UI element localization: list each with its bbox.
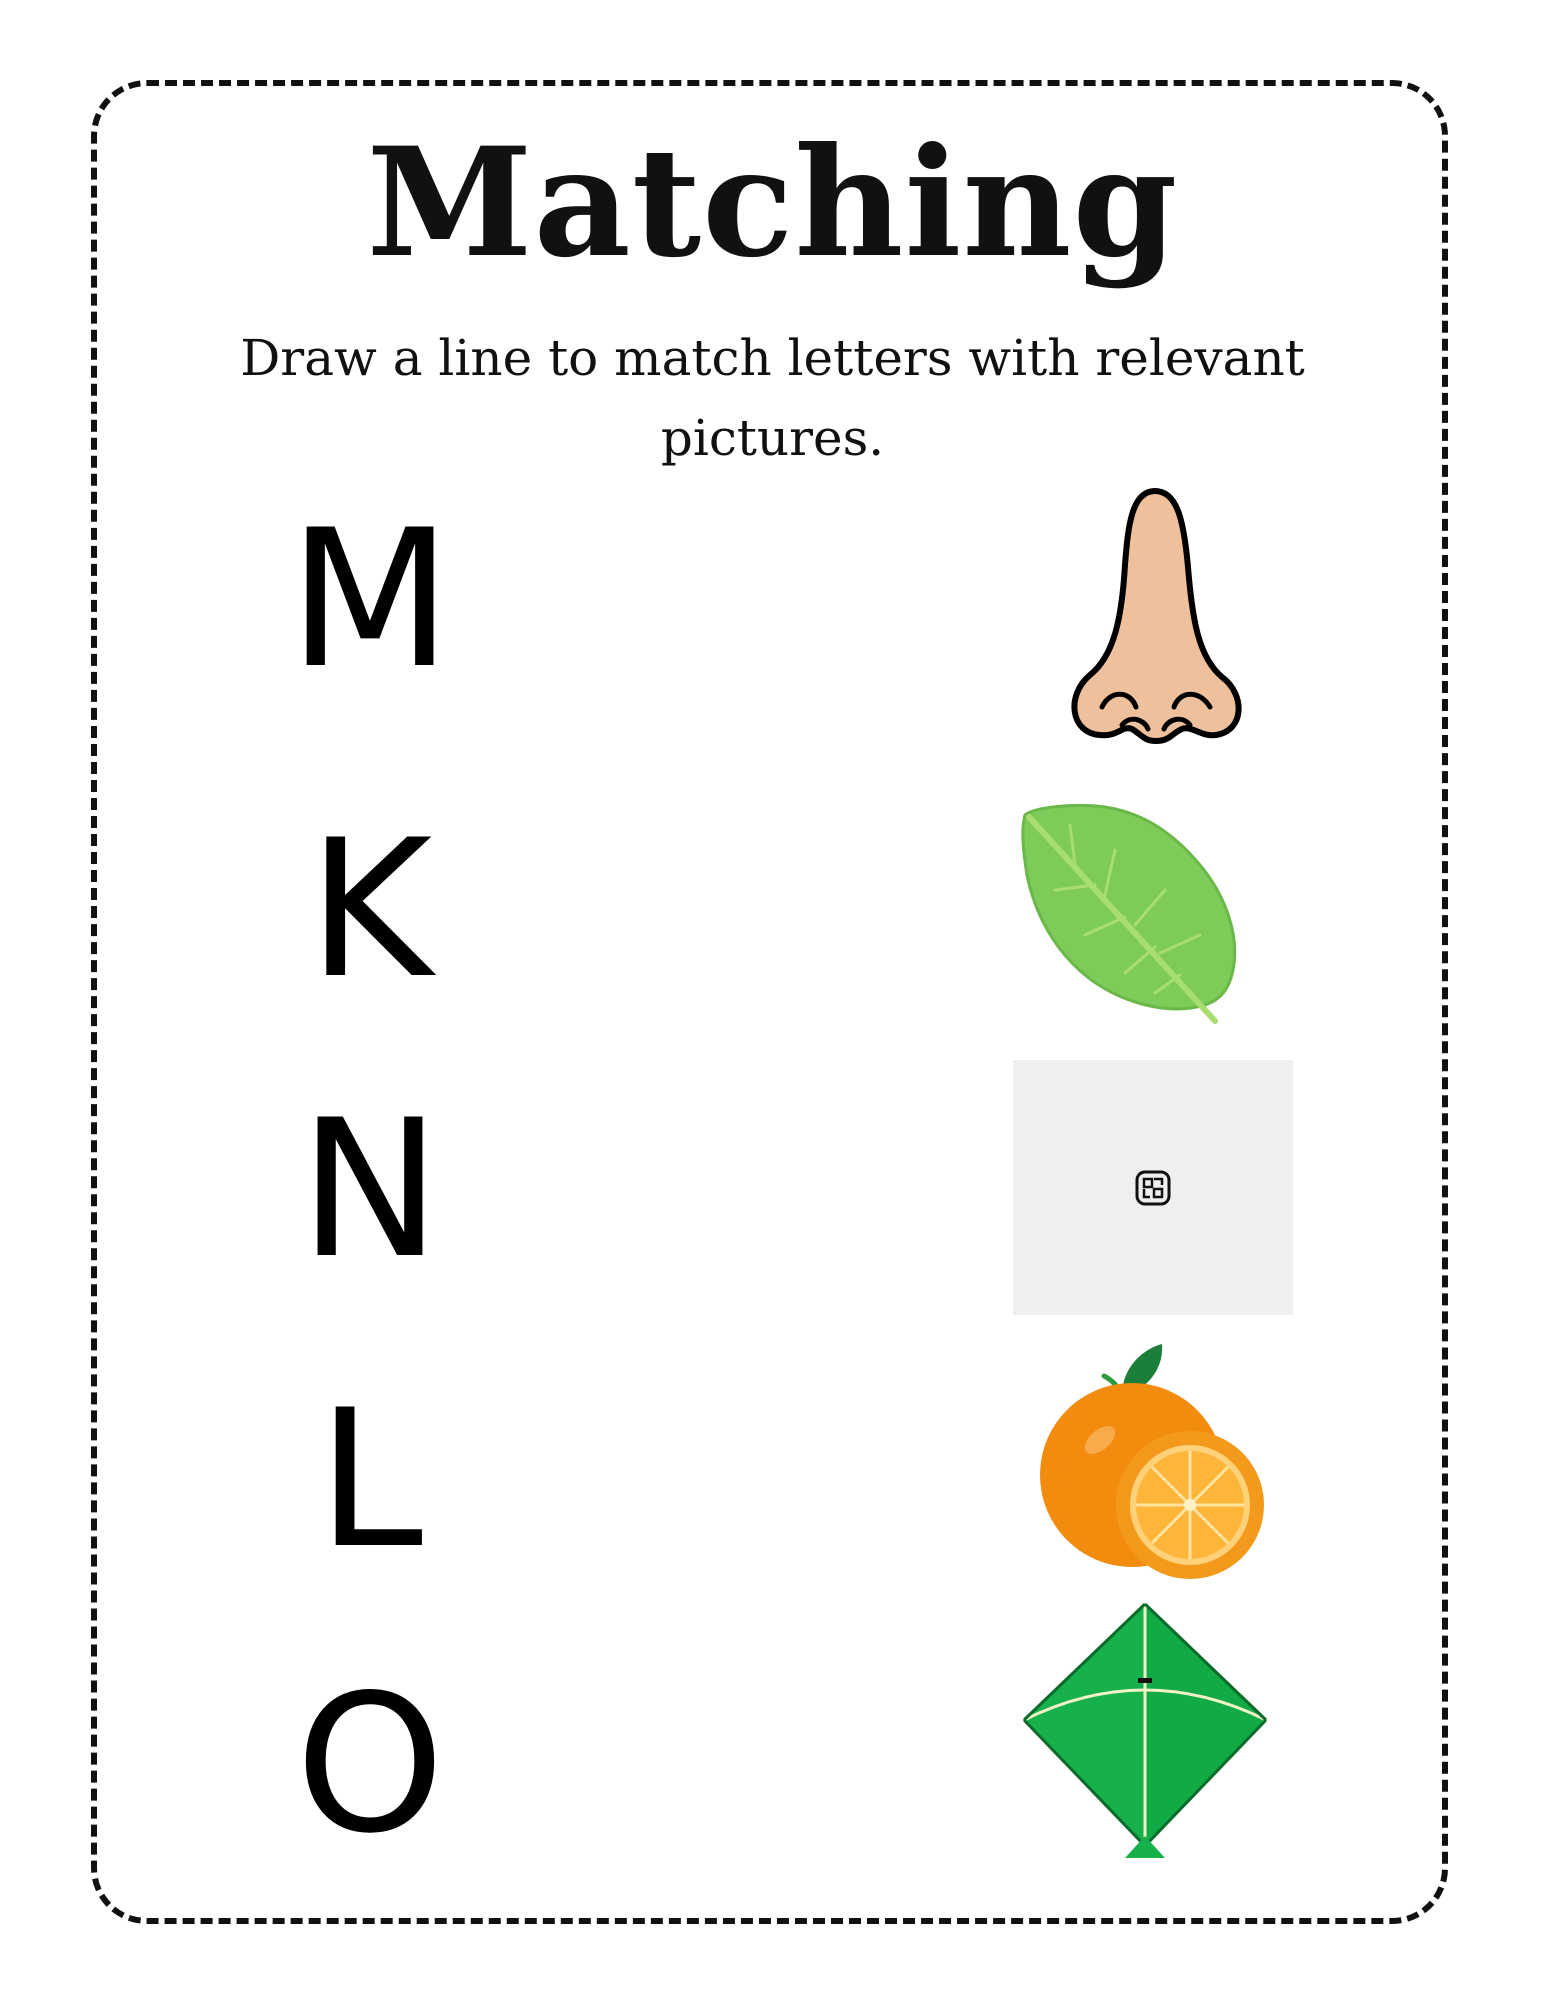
letter-item[interactable]: O — [270, 1665, 470, 1865]
kite-icon[interactable] — [1020, 1600, 1270, 1860]
page-title: Matching — [366, 115, 1179, 291]
letter-item[interactable]: M — [270, 500, 470, 700]
orange-icon[interactable] — [1040, 1340, 1280, 1580]
image-placeholder-icon — [1135, 1170, 1171, 1205]
image-placeholder — [1013, 1060, 1293, 1315]
letter-item[interactable]: L — [270, 1380, 470, 1580]
letter-item[interactable]: N — [270, 1090, 470, 1290]
instructions-text: Draw a line to match letters with releva… — [240, 329, 1305, 467]
leaf-icon[interactable] — [1015, 795, 1255, 1035]
letter-item[interactable]: K — [270, 810, 470, 1010]
nose-icon[interactable] — [1060, 485, 1250, 745]
